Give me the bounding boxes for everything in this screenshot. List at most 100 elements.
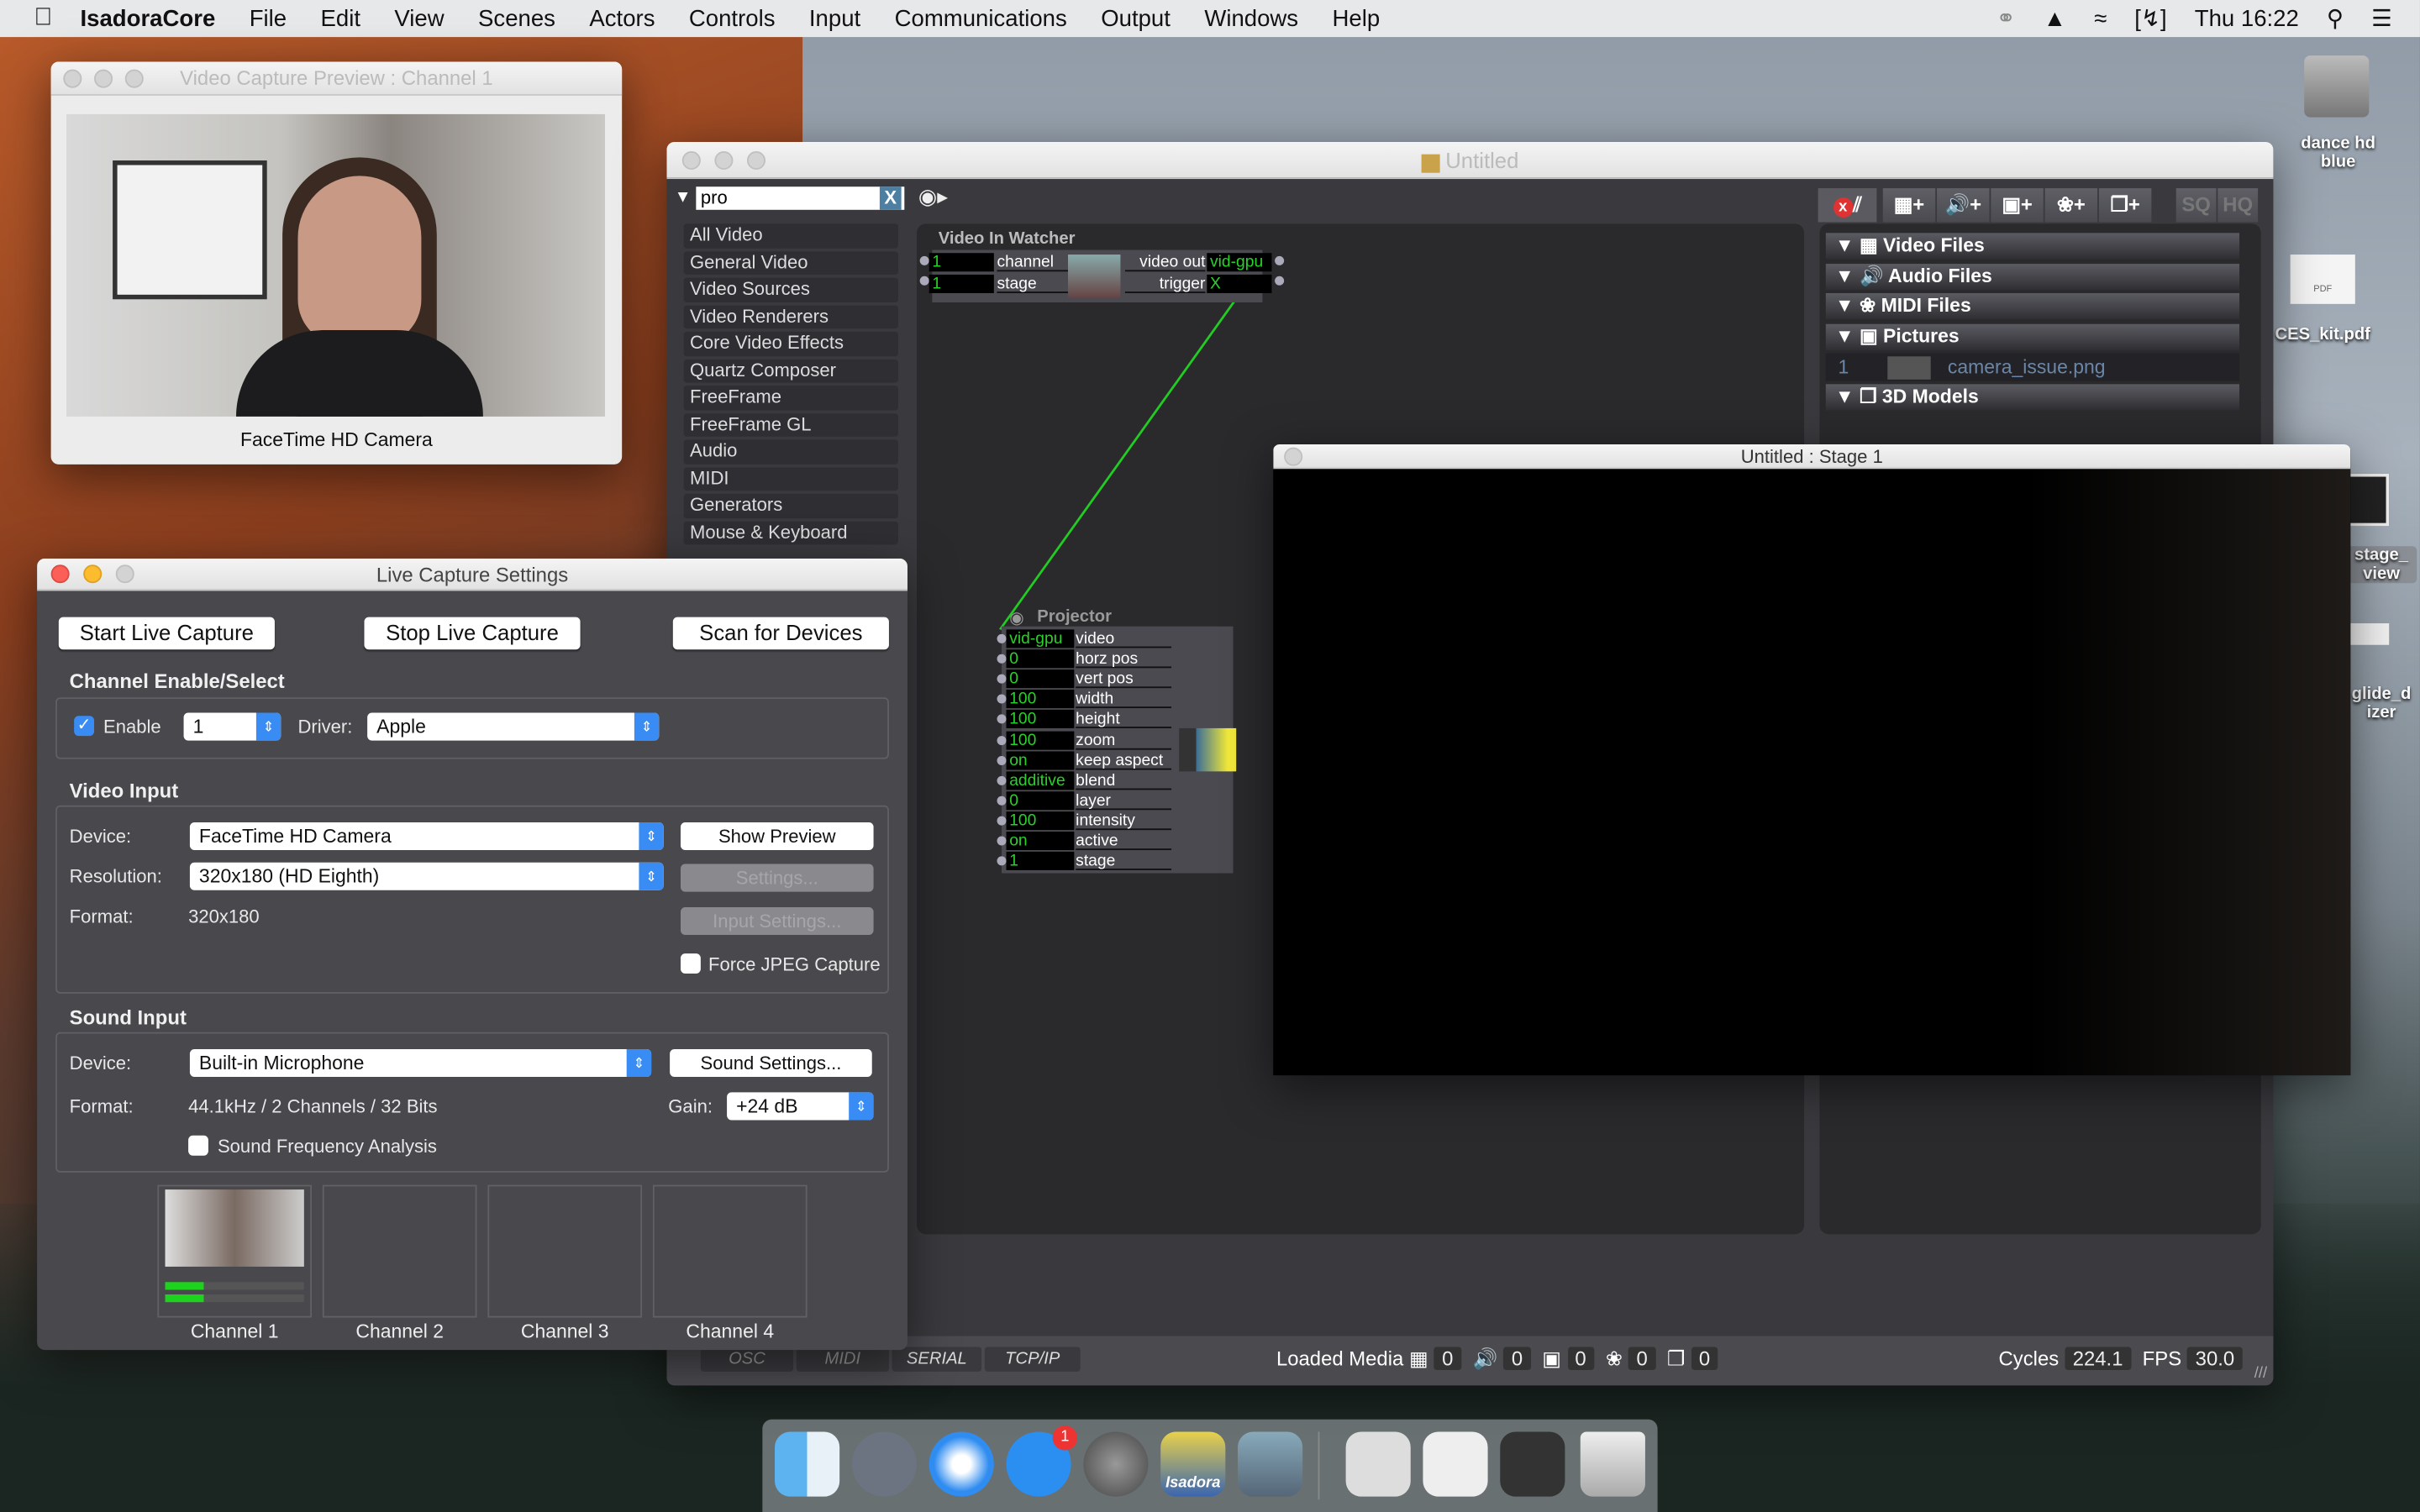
sound-frequency-checkbox[interactable]	[188, 1135, 208, 1156]
input-port[interactable]	[997, 856, 1007, 866]
media-section-pictures[interactable]: ▼ ▣ Pictures	[1825, 323, 2240, 350]
desktop-icon-label[interactable]: stage_ view	[2345, 546, 2417, 584]
category-item[interactable]: Quartz Composer	[683, 359, 898, 383]
category-item[interactable]: Generators	[683, 493, 898, 518]
output-port[interactable]	[1275, 255, 1285, 265]
menu-communications[interactable]: Communications	[895, 5, 1067, 31]
category-item[interactable]: Video Renderers	[683, 304, 898, 329]
media-section-video[interactable]: ▼ ▦ Video Files	[1825, 233, 2240, 260]
menu-scenes[interactable]: Scenes	[478, 5, 555, 31]
preview-app-icon[interactable]	[1238, 1431, 1303, 1497]
document-stack-icon[interactable]	[1345, 1431, 1411, 1497]
category-item[interactable]: Audio	[683, 439, 898, 464]
settings-button[interactable]: Settings...	[680, 864, 874, 892]
video-device-select[interactable]: FaceTime HD Camera ⇕	[189, 822, 664, 851]
trash-icon[interactable]	[1580, 1431, 1645, 1497]
driver-select[interactable]: Apple ⇕	[367, 712, 660, 741]
close-button[interactable]	[1284, 447, 1303, 466]
menu-input[interactable]: Input	[809, 5, 860, 31]
stop-live-capture-button[interactable]: Stop Live Capture	[364, 617, 581, 650]
category-item[interactable]: FreeFrame	[683, 386, 898, 410]
input-port[interactable]	[997, 633, 1007, 643]
channel-2-thumbnail[interactable]	[322, 1184, 477, 1318]
minimize-button[interactable]	[94, 69, 113, 88]
battery-charging-icon[interactable]: [↯]	[2134, 5, 2166, 32]
add-video-button[interactable]: ▦+	[1882, 188, 1936, 223]
projector-actor[interactable]: vid-gpu video 0 horz pos 0 vert pos 100 width 10…	[997, 626, 1237, 874]
input-port[interactable]	[919, 276, 929, 286]
desktop-icon-label[interactable]: glide_d izer	[2346, 685, 2417, 722]
resize-grip[interactable]: ///	[2254, 1365, 2267, 1382]
zoom-button[interactable]	[124, 69, 144, 88]
show-preview-button[interactable]: Show Preview	[680, 822, 874, 851]
disclosure-triangle-icon[interactable]: ▼	[675, 188, 692, 207]
input-value[interactable]: 1	[929, 253, 994, 272]
close-button[interactable]	[50, 564, 70, 584]
media-section-3d[interactable]: ▼ ❐ 3D Models	[1825, 384, 2240, 411]
sound-settings-button[interactable]: Sound Settings...	[670, 1048, 872, 1078]
input-value[interactable]: 100	[1006, 690, 1075, 709]
clock[interactable]: Thu 16:22	[2195, 5, 2299, 31]
input-port[interactable]	[997, 836, 1007, 846]
resolution-select[interactable]: 320x180 (HD Eighth) ⇕	[189, 862, 664, 890]
close-button[interactable]	[681, 150, 701, 171]
input-port[interactable]	[997, 715, 1007, 725]
title-bar[interactable]: Video Capture Preview : Channel 1	[50, 61, 623, 96]
safari-icon[interactable]	[929, 1431, 994, 1497]
finder-icon[interactable]	[775, 1431, 840, 1497]
screenshot-stack-icon[interactable]	[1423, 1431, 1488, 1497]
actor-title[interactable]: Projector	[1037, 608, 1112, 627]
close-button[interactable]	[63, 69, 82, 88]
osc-button[interactable]: OSC	[700, 1347, 794, 1372]
input-value[interactable]: 1	[1006, 852, 1075, 871]
launchpad-icon[interactable]	[851, 1431, 917, 1497]
title-bar[interactable]: Untitled	[666, 141, 2274, 180]
isadora-icon[interactable]: Isadora	[1160, 1431, 1226, 1497]
input-port[interactable]	[997, 775, 1007, 785]
wifi-icon[interactable]: ≈	[2094, 5, 2107, 31]
hard-drive-icon[interactable]	[2304, 55, 2370, 118]
start-live-capture-button[interactable]: Start Live Capture	[58, 617, 275, 650]
sq-button[interactable]: SQ	[2175, 188, 2217, 223]
midi-button[interactable]: MIDI	[796, 1347, 889, 1372]
input-value[interactable]: 0	[1006, 649, 1075, 669]
input-value[interactable]: 100	[1006, 710, 1075, 729]
gain-select[interactable]: +24 dB ⇕	[727, 1092, 874, 1121]
input-port[interactable]	[997, 816, 1007, 826]
input-port[interactable]	[997, 795, 1007, 806]
category-item[interactable]: All Video	[683, 223, 898, 248]
add-audio-button[interactable]: 🔊+	[1937, 188, 1990, 223]
menu-actors[interactable]: Actors	[589, 5, 655, 31]
menu-view[interactable]: View	[394, 5, 444, 31]
media-section-audio[interactable]: ▼ 🔊 Audio Files	[1825, 264, 2240, 291]
snapshot-camera-icon[interactable]: ◉▸	[918, 184, 948, 210]
add-picture-button[interactable]: ▣+	[1991, 188, 2044, 223]
minimize-button[interactable]	[714, 150, 734, 171]
category-item[interactable]: Video Sources	[683, 277, 898, 302]
app-store-icon[interactable]: 1	[1006, 1425, 1078, 1497]
screenshot-icon[interactable]	[2345, 473, 2390, 527]
input-port[interactable]	[997, 735, 1007, 745]
add-midi-button[interactable]: ❀+	[2044, 188, 2098, 223]
input-port[interactable]	[997, 654, 1007, 664]
menu-controls[interactable]: Controls	[689, 5, 776, 31]
system-preferences-icon[interactable]	[1083, 1431, 1149, 1497]
input-port[interactable]	[997, 755, 1007, 765]
output-port[interactable]	[1275, 276, 1285, 286]
input-value[interactable]: 1	[929, 274, 994, 293]
channel-3-thumbnail[interactable]	[487, 1184, 643, 1318]
category-item[interactable]: FreeFrame GL	[683, 412, 898, 437]
actor-search-input[interactable]: pro	[696, 186, 905, 210]
category-item[interactable]: MIDI	[683, 466, 898, 491]
input-value[interactable]: on	[1006, 750, 1075, 769]
menu-file[interactable]: File	[250, 5, 287, 31]
actor-title[interactable]: Video In Watcher	[939, 230, 1076, 249]
input-value[interactable]: 0	[1006, 669, 1075, 689]
enable-checkbox[interactable]: ✓	[74, 716, 95, 737]
desktop-icon-label[interactable]: CES_kit.pdf	[2269, 326, 2377, 344]
remove-media-button[interactable]: x ⫽	[1818, 188, 1877, 223]
title-bar[interactable]: Live Capture Settings	[37, 558, 908, 591]
sound-device-select[interactable]: Built-in Microphone ⇕	[189, 1048, 652, 1078]
force-jpeg-checkbox[interactable]	[680, 953, 701, 974]
add-3d-model-button[interactable]: ❐+	[2098, 188, 2152, 223]
